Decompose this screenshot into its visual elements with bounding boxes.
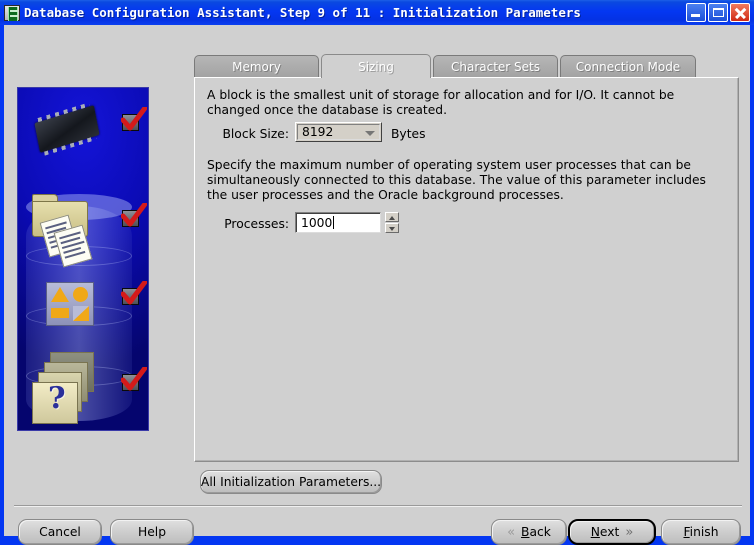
shapes-tiles-icon <box>46 282 94 326</box>
wizard-sidebar-artwork: ? <box>17 87 149 431</box>
block-size-label: Block Size: <box>222 127 289 141</box>
rectangle-shape <box>51 308 69 319</box>
tab-strip: Memory Sizing Character Sets Connection … <box>194 54 739 78</box>
tab-memory[interactable]: Memory <box>194 55 319 77</box>
sidebar-step-1 <box>18 94 148 180</box>
button-label: Finish <box>683 525 718 539</box>
block-size-dropdown[interactable]: 8192 <box>295 122 382 142</box>
processes-input[interactable]: 1000 <box>295 212 381 233</box>
processes-label: Processes: <box>224 217 289 231</box>
checkmark-glyph <box>121 281 147 305</box>
processes-value: 1000 <box>301 216 333 230</box>
checkmark-glyph <box>121 203 147 227</box>
maximize-button[interactable] <box>708 3 728 22</box>
stepper-up-button[interactable] <box>385 212 399 222</box>
tab-connection-mode[interactable]: Connection Mode <box>560 55 696 77</box>
text-caret <box>333 216 334 229</box>
block-size-units-label: Bytes <box>391 127 426 141</box>
back-button[interactable]: « Back <box>491 519 567 545</box>
sidebar-step-4: ? <box>18 344 148 430</box>
client-area: ? Memory Sizing Character Sets Connectio… <box>4 25 750 545</box>
red-checkmark-icon <box>121 107 147 134</box>
processes-stepper[interactable] <box>385 212 399 233</box>
chip-icon <box>34 105 100 153</box>
tab-sizing[interactable]: Sizing <box>321 54 431 78</box>
red-checkmark-icon <box>121 203 147 230</box>
tab-character-sets[interactable]: Character Sets <box>433 55 558 77</box>
sidebar-step-2 <box>18 184 148 270</box>
checkmark-glyph <box>121 107 147 131</box>
next-label-rest: ext <box>599 525 620 539</box>
button-label: Next <box>591 525 620 539</box>
question-mark-glyph: ? <box>48 381 66 416</box>
button-label: Cancel <box>39 525 81 539</box>
next-mnemonic: N <box>590 525 600 539</box>
tab-label: Sizing <box>358 59 394 74</box>
cancel-button[interactable]: Cancel <box>18 519 102 545</box>
next-button[interactable]: Next » <box>568 519 656 545</box>
finish-label-rest: inish <box>689 525 719 539</box>
sizing-panel: A block is the smallest unit of storage … <box>194 77 739 462</box>
circle-shape <box>73 287 88 303</box>
button-label: Back <box>521 525 551 539</box>
square-shape <box>72 305 89 321</box>
block-size-value: 8192 <box>302 125 334 139</box>
window-controls <box>686 3 750 22</box>
red-checkmark-icon <box>121 281 147 308</box>
chevron-right-icon: » <box>625 524 634 540</box>
finish-button[interactable]: Finish <box>661 519 741 545</box>
database-chip-icon <box>4 4 20 21</box>
button-label: All Initialization Parameters... <box>200 475 382 489</box>
red-checkmark-icon <box>121 367 147 394</box>
back-label-rest: ack <box>529 525 551 539</box>
application-window: Database Configuration Assistant, Step 9… <box>0 0 754 545</box>
triangle-shape <box>51 287 69 302</box>
tab-label: Connection Mode <box>575 59 681 74</box>
all-initialization-parameters-button[interactable]: All Initialization Parameters... <box>200 470 382 494</box>
chevron-left-icon: « <box>507 524 516 540</box>
help-button[interactable]: Help <box>110 519 194 545</box>
window-title: Database Configuration Assistant, Step 9… <box>24 5 581 20</box>
tab-label: Character Sets <box>450 59 540 74</box>
title-bar: Database Configuration Assistant, Step 9… <box>0 0 754 25</box>
close-button[interactable] <box>730 3 750 22</box>
block-size-description: A block is the smallest unit of storage … <box>207 88 675 117</box>
button-label: Help <box>137 525 167 539</box>
tab-label: Memory <box>232 59 281 74</box>
stepper-down-button[interactable] <box>385 223 399 233</box>
checkmark-glyph <box>121 367 147 391</box>
footer-separator <box>14 505 742 507</box>
processes-description: Specify the maximum number of operating … <box>207 158 706 202</box>
documents-question-icon: ? <box>28 350 98 424</box>
minimize-button[interactable] <box>686 3 706 22</box>
chevron-down-icon <box>365 131 375 136</box>
